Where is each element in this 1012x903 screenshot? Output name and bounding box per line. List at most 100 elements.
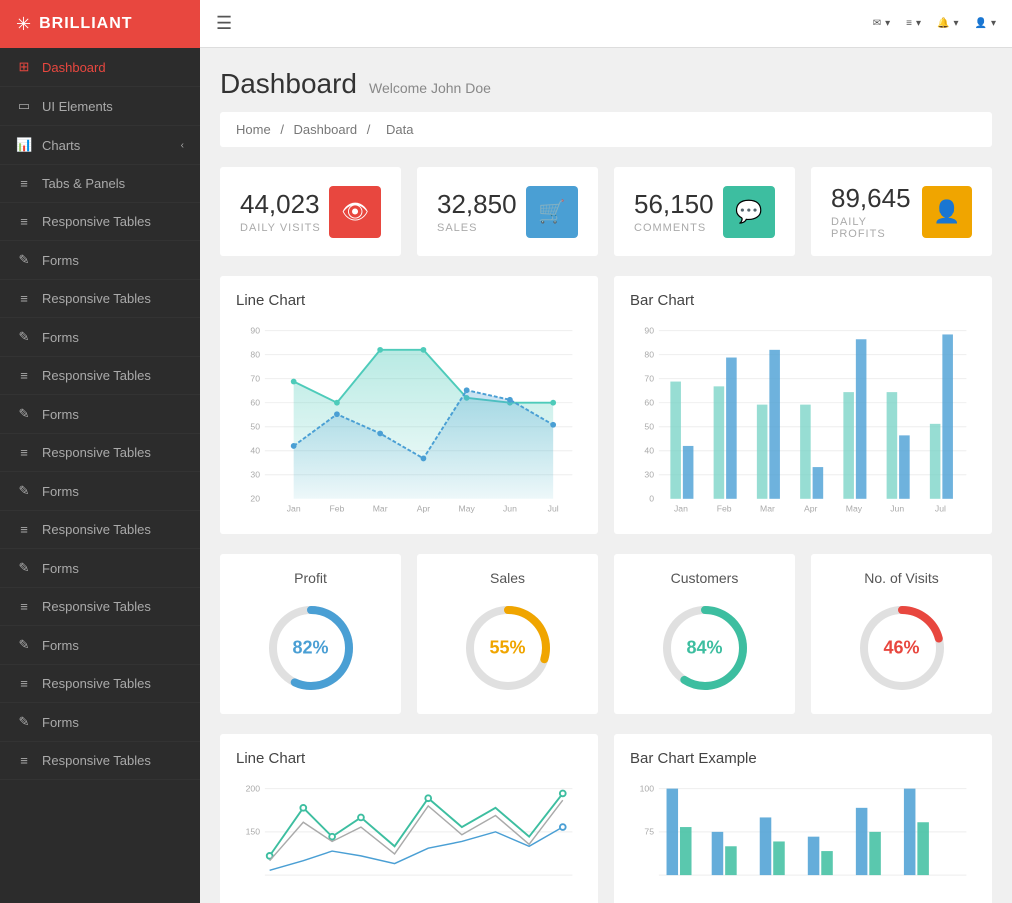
bottom-line-chart-title: Line Chart (236, 750, 582, 767)
bar-chart-svg: 90 80 70 60 50 40 30 0 (630, 321, 976, 513)
sidebar-item-resp-tables-4[interactable]: ≡ Responsive Tables (0, 434, 200, 472)
donut-sales-label: 55% (489, 638, 525, 659)
sidebar-item-resp-tables-6[interactable]: ≡ Responsive Tables (0, 588, 200, 626)
bar-chart-card: Bar Chart 90 80 70 60 50 40 (614, 276, 992, 534)
svg-text:30: 30 (644, 470, 654, 480)
sidebar-item-resp-tables-2[interactable]: ≡ Responsive Tables (0, 280, 200, 318)
bell-button[interactable]: 🔔 ▾ (937, 18, 958, 29)
svg-text:0: 0 (649, 494, 654, 504)
sidebar-item-label: Responsive Tables (42, 291, 151, 306)
svg-text:60: 60 (250, 398, 260, 408)
sidebar-item-forms-5[interactable]: ✎ Forms (0, 549, 200, 588)
stat-sales-icon: 🛒 (526, 186, 578, 238)
stat-visits-label: DAILY VISITS (240, 222, 321, 234)
svg-text:50: 50 (250, 422, 260, 432)
form-icon-7: ✎ (16, 714, 32, 730)
table-icon-4: ≡ (16, 445, 32, 460)
sidebar-item-resp-tables-1[interactable]: ≡ Responsive Tables (0, 203, 200, 241)
svg-text:Jun: Jun (890, 503, 904, 513)
form-icon-5: ✎ (16, 560, 32, 576)
sidebar-item-resp-tables-3[interactable]: ≡ Responsive Tables (0, 357, 200, 395)
hamburger-button[interactable]: ☰ (216, 13, 232, 34)
svg-text:30: 30 (250, 470, 260, 480)
sidebar-item-forms-1[interactable]: ✎ Forms (0, 241, 200, 280)
table-icon: ≡ (16, 214, 32, 229)
donut-customers-label: 84% (686, 638, 722, 659)
sidebar-item-dashboard[interactable]: ⊞ Dashboard (0, 48, 200, 87)
stat-sales-value: 32,850 (437, 189, 517, 220)
svg-text:Jun: Jun (503, 503, 517, 513)
main-content: ☰ ✉ ▾ ≡ ▾ 🔔 ▾ 👤 ▾ Dashboard Welcome John… (200, 0, 1012, 903)
donut-card-visits: No. of Visits 46% (811, 554, 992, 714)
stat-profits-value: 89,645 (831, 183, 922, 214)
breadcrumb-sep-1: / (280, 122, 287, 137)
sidebar-item-ui-elements[interactable]: ▭ UI Elements (0, 87, 200, 126)
donut-cards-row: Profit 82% Sales 55% (220, 554, 992, 714)
chevron-icon: ‹ (181, 140, 184, 151)
tabs-icon: ≡ (16, 176, 32, 191)
sidebar-item-charts[interactable]: 📊 Charts ‹ (0, 126, 200, 165)
svg-text:75: 75 (644, 827, 654, 837)
mail-button[interactable]: ✉ ▾ (873, 18, 890, 29)
donut-card-sales: Sales 55% (417, 554, 598, 714)
sidebar-item-forms-7[interactable]: ✎ Forms (0, 703, 200, 742)
svg-text:150: 150 (246, 827, 261, 837)
ui-elements-icon: ▭ (16, 98, 32, 114)
sidebar-item-forms-4[interactable]: ✎ Forms (0, 472, 200, 511)
table-icon-5: ≡ (16, 522, 32, 537)
stat-visits-value: 44,023 (240, 189, 321, 220)
sidebar-item-tabs[interactable]: ≡ Tabs & Panels (0, 165, 200, 203)
svg-text:20: 20 (250, 494, 260, 504)
stat-card-sales: 32,850 SALES 🛒 (417, 167, 598, 256)
sidebar-item-label: Responsive Tables (42, 522, 151, 537)
table-icon-3: ≡ (16, 368, 32, 383)
sidebar-item-label: Tabs & Panels (42, 176, 125, 191)
donut-customers-chart: 84% (655, 598, 755, 698)
stat-card-comments: 56,150 COMMENTS 💬 (614, 167, 795, 256)
svg-text:90: 90 (250, 325, 260, 335)
dashboard-icon: ⊞ (16, 59, 32, 75)
breadcrumb-home[interactable]: Home (236, 122, 271, 137)
list-icon: ≡ (906, 18, 912, 29)
breadcrumb-section[interactable]: Dashboard (294, 122, 358, 137)
sidebar-item-label: Responsive Tables (42, 676, 151, 691)
bar-chart-title: Bar Chart (630, 292, 976, 309)
user-menu-button[interactable]: 👤 ▾ (975, 18, 996, 29)
sidebar-item-resp-tables-8[interactable]: ≡ Responsive Tables (0, 742, 200, 780)
svg-text:Apr: Apr (804, 503, 818, 513)
svg-text:Feb: Feb (329, 503, 344, 513)
sidebar-item-forms-2[interactable]: ✎ Forms (0, 318, 200, 357)
sidebar-item-forms-6[interactable]: ✎ Forms (0, 626, 200, 665)
bell-icon: 🔔 (937, 18, 949, 29)
sidebar-item-resp-tables-7[interactable]: ≡ Responsive Tables (0, 665, 200, 703)
bell-dropdown-arrow: ▾ (953, 18, 958, 29)
svg-text:Mar: Mar (373, 503, 388, 513)
sidebar-header: ✳ BRILLIANT (0, 0, 200, 48)
sidebar-item-resp-tables-5[interactable]: ≡ Responsive Tables (0, 511, 200, 549)
page-subtitle: Welcome John Doe (369, 80, 491, 96)
sidebar-item-forms-3[interactable]: ✎ Forms (0, 395, 200, 434)
sidebar-item-label: Forms (42, 638, 79, 653)
sidebar-item-label: Responsive Tables (42, 445, 151, 460)
donut-profit-label: 82% (292, 638, 328, 659)
svg-text:40: 40 (644, 446, 654, 456)
content-area: Dashboard Welcome John Doe Home / Dashbo… (200, 48, 1012, 903)
user-icon: 👤 (975, 18, 987, 29)
svg-text:May: May (846, 503, 863, 513)
sidebar-item-label: Forms (42, 484, 79, 499)
list-button[interactable]: ≡ ▾ (906, 18, 921, 29)
sidebar-item-label: Dashboard (42, 60, 106, 75)
svg-text:70: 70 (644, 374, 654, 384)
donut-customers-title: Customers (630, 570, 779, 586)
sidebar: ✳ BRILLIANT ⊞ Dashboard ▭ UI Elements 📊 … (0, 0, 200, 903)
bottom-line-chart-card: Line Chart 200 150 (220, 734, 598, 903)
breadcrumb-current: Data (386, 122, 413, 137)
page-header: Dashboard Welcome John Doe (220, 68, 992, 100)
svg-text:Apr: Apr (417, 503, 431, 513)
stat-card-visits: 44,023 DAILY VISITS 👁 (220, 167, 401, 256)
page-title: Dashboard (220, 68, 357, 100)
stat-profits-label: DAILY PROFITS (831, 216, 922, 240)
stat-card-profits: 89,645 DAILY PROFITS 👤 (811, 167, 992, 256)
breadcrumb-sep-2: / (367, 122, 374, 137)
charts-row: Line Chart 90 80 70 60 50 40 (220, 276, 992, 534)
